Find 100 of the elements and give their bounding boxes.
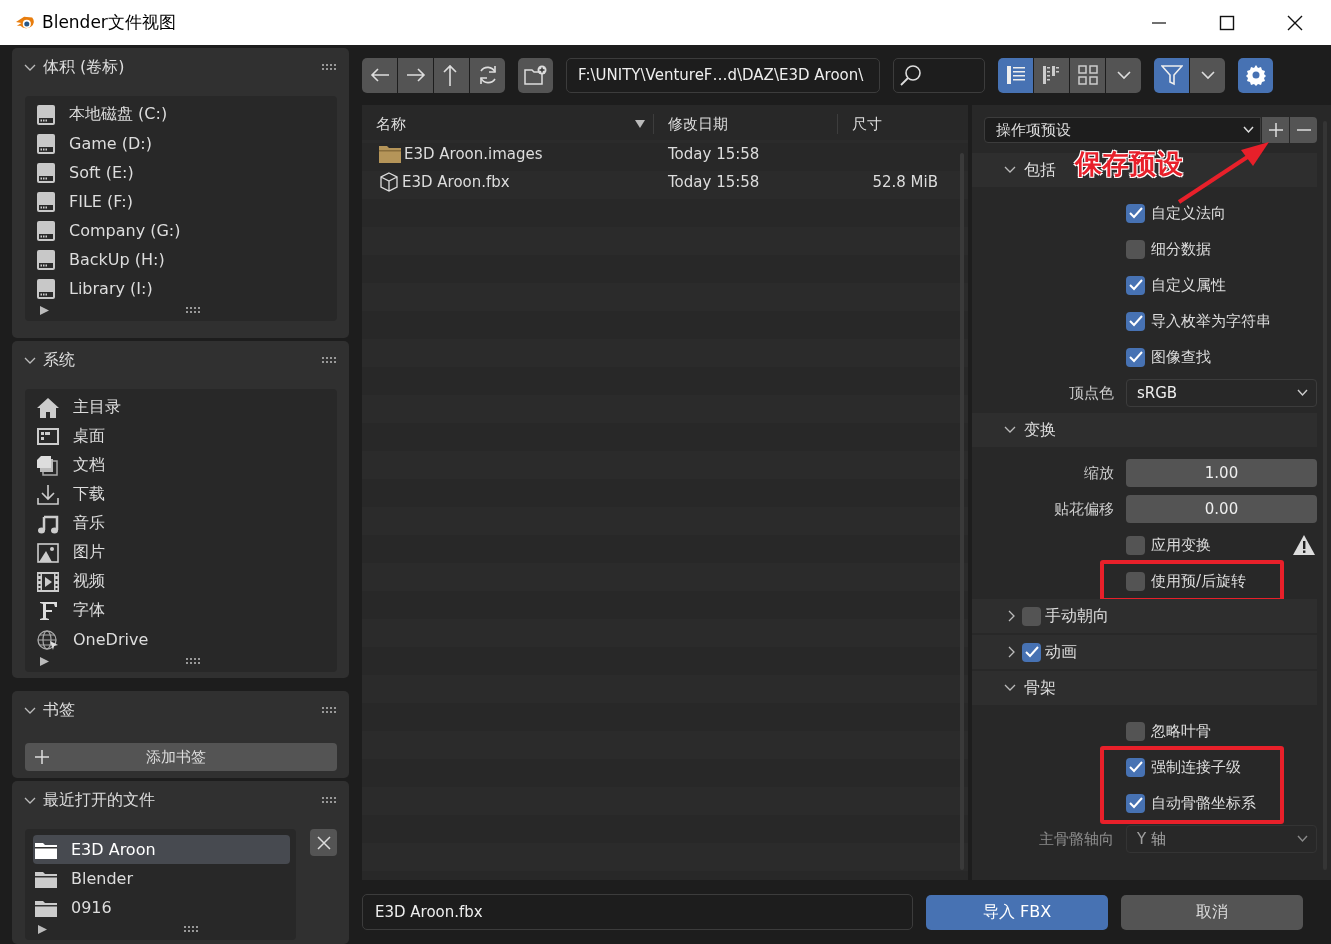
checkbox-option[interactable]: 自定义法向	[1126, 203, 1226, 223]
add-bookmark-button[interactable]: 添加书签	[25, 743, 337, 771]
checkbox-option[interactable]: 图像查找	[1126, 347, 1211, 367]
column-header[interactable]: 名称	[376, 114, 406, 134]
recent-folder-item[interactable]: Blender	[33, 864, 290, 893]
chevron-down-icon	[1243, 126, 1254, 134]
checkbox[interactable]	[1022, 606, 1041, 626]
download-icon	[37, 484, 59, 505]
expand-triangle-icon[interactable]	[40, 656, 49, 666]
checkbox-option[interactable]: 强制连接子级	[1126, 757, 1241, 777]
add-preset-button[interactable]	[1262, 117, 1289, 143]
new-folder-button[interactable]	[518, 57, 553, 93]
expand-triangle-icon[interactable]	[38, 924, 47, 934]
checkbox[interactable]	[1126, 535, 1145, 555]
checkbox[interactable]	[1126, 275, 1145, 295]
checkbox[interactable]	[1126, 793, 1145, 813]
filename-field[interactable]: E3D Aroon.fbx	[362, 894, 913, 930]
documents-icon	[37, 455, 59, 476]
view-mode-button[interactable]	[998, 57, 1033, 93]
sidebar-item[interactable]: Game (D:)	[35, 129, 329, 158]
checkbox[interactable]	[1126, 311, 1145, 331]
grip-icon[interactable]	[321, 356, 337, 364]
checkbox-option[interactable]: 自动骨骼坐标系	[1126, 793, 1256, 813]
sidebar-item[interactable]: 视频	[35, 567, 329, 596]
import-button[interactable]: 导入 FBX	[926, 894, 1108, 930]
grip-icon[interactable]	[321, 796, 337, 804]
panel-title[interactable]: 系统	[43, 349, 75, 371]
maximize-icon[interactable]	[1219, 14, 1235, 31]
remove-preset-button[interactable]	[1290, 117, 1317, 143]
checkbox-option[interactable]: 使用预/后旋转	[1126, 571, 1247, 591]
number-field[interactable]: 0.00	[1126, 495, 1317, 523]
sidebar-item[interactable]: 文档	[35, 451, 329, 480]
sidebar-item[interactable]: 音乐	[35, 509, 329, 538]
subpanel-header[interactable]: 骨架	[1004, 677, 1056, 699]
recent-folder-item[interactable]: E3D Aroon	[33, 835, 290, 864]
checkbox-option[interactable]: 导入枚举为字符串	[1126, 311, 1271, 331]
checkbox[interactable]	[1022, 642, 1041, 662]
resize-grip-icon[interactable]	[185, 658, 201, 664]
checkbox-option[interactable]: 应用变换	[1126, 535, 1211, 555]
subpanel-header[interactable]: 动画	[1006, 641, 1077, 663]
preset-dropdown[interactable]: 操作项预设	[984, 117, 1261, 143]
sidebar-item[interactable]: Library (I:)	[35, 274, 329, 303]
arrow-right-icon	[405, 67, 426, 83]
sidebar-item[interactable]: Company (G:)	[35, 216, 329, 245]
panel-title[interactable]: 体积 (卷标)	[43, 56, 125, 78]
refresh-button[interactable]	[470, 57, 505, 93]
remove-button[interactable]	[310, 829, 337, 856]
view-mode-button[interactable]	[1034, 57, 1069, 93]
checkbox[interactable]	[1126, 721, 1145, 741]
panel-title[interactable]: 书签	[43, 699, 75, 721]
display-dropdown-button[interactable]	[1106, 57, 1141, 93]
recent-folder-item[interactable]: 0916	[33, 893, 290, 922]
checkbox[interactable]	[1126, 203, 1145, 223]
forward-button[interactable]	[398, 57, 433, 93]
file-row[interactable]: E3D Aroon.images Today 15:58	[362, 140, 968, 168]
view-mode-button[interactable]	[1070, 57, 1105, 93]
folder-icon	[35, 898, 57, 917]
filter-button[interactable]	[1154, 57, 1189, 93]
expand-triangle-icon[interactable]	[40, 305, 49, 315]
sidebar-item[interactable]: 下载	[35, 480, 329, 509]
number-field[interactable]: 1.00	[1126, 459, 1317, 487]
checkbox-option[interactable]: 细分数据	[1126, 239, 1211, 259]
close-icon[interactable]	[1287, 14, 1303, 31]
sort-triangle-icon[interactable]	[635, 120, 645, 128]
resize-grip-icon[interactable]	[185, 307, 201, 313]
sidebar-item[interactable]: 本地磁盘 (C:)	[35, 100, 329, 129]
subpanel-header[interactable]: 包括	[1004, 159, 1056, 181]
sidebar-item[interactable]: 桌面	[35, 422, 329, 451]
grip-icon[interactable]	[321, 63, 337, 71]
sidebar-item[interactable]: BackUp (H:)	[35, 245, 329, 274]
sidebar-item[interactable]: OneDrive	[35, 625, 329, 654]
sidebar-item[interactable]: FILE (F:)	[35, 187, 329, 216]
sidebar-item[interactable]: 字体	[35, 596, 329, 625]
checkbox[interactable]	[1126, 239, 1145, 259]
subpanel-header[interactable]: 变换	[1004, 419, 1056, 441]
parent-folder-button[interactable]	[434, 57, 469, 93]
search-field[interactable]	[893, 57, 985, 93]
resize-grip-icon[interactable]	[183, 926, 199, 932]
column-header[interactable]: 修改日期	[668, 114, 728, 134]
grip-icon[interactable]	[321, 706, 337, 714]
checkbox[interactable]	[1126, 757, 1145, 777]
dropdown-field[interactable]: sRGB	[1126, 379, 1317, 407]
new-folder-icon	[523, 65, 548, 85]
file-row[interactable]: E3D Aroon.fbx Today 15:58 52.8 MiB	[362, 168, 968, 196]
font-icon	[37, 600, 59, 621]
panel-title[interactable]: 最近打开的文件	[43, 789, 155, 811]
checkbox-option[interactable]: 忽略叶骨	[1126, 721, 1211, 741]
back-button[interactable]	[362, 57, 397, 93]
sidebar-item[interactable]: Soft (E:)	[35, 158, 329, 187]
checkbox-option[interactable]: 自定义属性	[1126, 275, 1226, 295]
path-field[interactable]: F:\UNITY\VentureF…d\DAZ\E3D Aroon\	[566, 57, 880, 93]
sidebar-item[interactable]: 主目录	[35, 393, 329, 422]
sidebar-item[interactable]: 图片	[35, 538, 329, 567]
filter-dropdown-button[interactable]	[1190, 57, 1225, 93]
settings-button[interactable]	[1238, 57, 1273, 93]
cancel-button[interactable]: 取消	[1121, 894, 1303, 930]
checkbox[interactable]	[1126, 571, 1145, 591]
checkbox[interactable]	[1126, 347, 1145, 367]
column-header[interactable]: 尺寸	[852, 114, 882, 134]
subpanel-header[interactable]: 手动朝向	[1006, 605, 1109, 627]
